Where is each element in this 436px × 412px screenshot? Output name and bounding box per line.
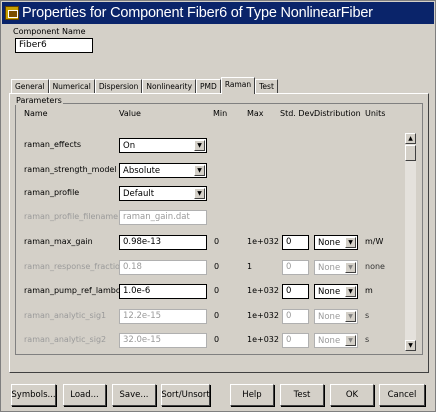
tab-nonlinearity[interactable]: Nonlinearity: [142, 79, 197, 94]
raman-analytic-sig1-min: 0: [214, 311, 220, 320]
parameters-label: Parameters: [15, 96, 63, 105]
raman-analytic-sig2-max: 1e+032: [247, 335, 279, 344]
tab-raman[interactable]: Raman: [220, 77, 256, 94]
raman-profile-filename-field[interactable]: raman_gain.dat: [119, 210, 207, 225]
raman-strength-model-select[interactable]: Absolute ▼: [119, 163, 207, 178]
raman-pump-ref-lambda-max: 1e+032: [247, 286, 279, 295]
header-distribution: Distribution: [314, 109, 361, 118]
raman-effects-select[interactable]: On ▼: [119, 138, 207, 153]
raman-analytic-sig1-units: s: [365, 311, 370, 320]
chevron-down-icon[interactable]: ▼: [345, 335, 356, 346]
tab-general[interactable]: General: [11, 79, 49, 94]
ok-button[interactable]: OK: [330, 384, 374, 406]
app-icon: [5, 6, 19, 20]
raman-pump-ref-lambda-field[interactable]: 1.0e-6: [119, 284, 207, 299]
param-name-raman-response-fraction: raman_response_fraction: [24, 262, 126, 271]
header-min: Min: [213, 109, 228, 118]
header-value: Value: [119, 109, 141, 118]
raman-response-fraction-distribution[interactable]: None ▼: [314, 260, 358, 275]
raman-analytic-sig2-std-dev[interactable]: 0: [282, 333, 309, 348]
tab-pmd[interactable]: PMD: [196, 79, 221, 94]
tab-strip: General Numerical Dispersion Nonlinearit…: [11, 77, 278, 94]
raman-analytic-sig1-field[interactable]: 12.2e-15: [119, 309, 207, 324]
raman-response-fraction-std-dev[interactable]: 0: [282, 260, 309, 275]
raman-pump-ref-lambda-min: 0: [214, 286, 220, 295]
raman-profile-select[interactable]: Default ▼: [119, 186, 207, 201]
header-name: Name: [24, 109, 48, 118]
symbols-button[interactable]: Symbols...: [11, 384, 56, 406]
param-name-raman-analytic-sig2: raman_analytic_sig2: [24, 335, 107, 344]
load-button[interactable]: Load...: [63, 384, 106, 406]
sort-unsort-button[interactable]: Sort/Unsort: [161, 384, 210, 406]
raman-analytic-sig2-units: s: [365, 335, 370, 344]
parameters-scrollbar[interactable]: ▲ ▼: [405, 133, 416, 351]
properties-dialog: Properties for Component Fiber6 of Type …: [0, 0, 436, 412]
chevron-down-icon[interactable]: ▼: [194, 140, 205, 151]
save-button[interactable]: Save...: [112, 384, 156, 406]
component-name-label: Component Name: [13, 27, 86, 36]
window-title: Properties for Component Fiber6 of Type …: [22, 5, 373, 21]
raman-max-gain-max: 1e+032: [247, 237, 279, 246]
raman-analytic-sig2-min: 0: [214, 335, 220, 344]
raman-pump-ref-lambda-units: m: [365, 286, 373, 295]
param-name-raman-max-gain: raman_max_gain: [24, 237, 93, 246]
raman-response-fraction-min: 0: [214, 262, 220, 271]
raman-effects-value: On: [123, 140, 136, 151]
scroll-up-icon[interactable]: ▲: [405, 133, 416, 144]
header-std-dev: Std. Dev.: [280, 109, 317, 118]
chevron-down-icon[interactable]: ▼: [345, 262, 356, 273]
raman-max-gain-field[interactable]: 0.98e-13: [119, 235, 207, 250]
help-button[interactable]: Help: [230, 384, 274, 406]
raman-pump-ref-lambda-distribution[interactable]: None ▼: [314, 284, 358, 299]
raman-pump-ref-lambda-std-dev[interactable]: 0: [282, 284, 309, 299]
raman-analytic-sig1-std-dev[interactable]: 0: [282, 309, 309, 324]
tab-test[interactable]: Test: [255, 79, 278, 94]
header-units: Units: [365, 109, 386, 118]
raman-strength-model-value: Absolute: [123, 165, 161, 176]
param-name-raman-strength-model: raman_strength_model: [24, 165, 117, 174]
param-name-raman-analytic-sig1: raman_analytic_sig1: [24, 311, 107, 320]
param-name-raman-profile-filename: raman_profile_filename: [24, 212, 119, 221]
param-name-raman-profile: raman_profile: [24, 188, 80, 197]
scroll-down-icon[interactable]: ▼: [405, 340, 416, 351]
raman-analytic-sig2-field[interactable]: 32.0e-15: [119, 333, 207, 348]
component-name-field[interactable]: Fiber6: [15, 38, 93, 53]
chevron-down-icon[interactable]: ▼: [194, 165, 205, 176]
param-name-raman-effects: raman_effects: [24, 140, 82, 149]
raman-analytic-sig1-distribution[interactable]: None ▼: [314, 309, 358, 324]
tab-dispersion[interactable]: Dispersion: [94, 79, 143, 94]
cancel-button[interactable]: Cancel: [379, 384, 425, 406]
raman-response-fraction-field[interactable]: 0.18: [119, 260, 207, 275]
raman-response-fraction-max: 1: [247, 262, 253, 271]
chevron-down-icon[interactable]: ▼: [194, 188, 205, 199]
chevron-down-icon[interactable]: ▼: [345, 311, 356, 322]
header-max: Max: [247, 109, 264, 118]
raman-max-gain-units: m/W: [365, 237, 384, 246]
test-button[interactable]: Test: [280, 384, 324, 406]
raman-max-gain-distribution[interactable]: None ▼: [314, 235, 358, 250]
scroll-thumb[interactable]: [405, 145, 416, 161]
raman-max-gain-min: 0: [214, 237, 220, 246]
param-name-raman-pump-ref-lambda: raman_pump_ref_lambda: [24, 286, 126, 295]
tab-numerical[interactable]: Numerical: [48, 79, 95, 94]
raman-max-gain-std-dev[interactable]: 0: [282, 235, 309, 250]
title-bar[interactable]: Properties for Component Fiber6 of Type …: [2, 2, 434, 24]
chevron-down-icon[interactable]: ▼: [345, 286, 356, 297]
raman-profile-value: Default: [123, 188, 155, 199]
raman-analytic-sig2-distribution[interactable]: None ▼: [314, 333, 358, 348]
chevron-down-icon[interactable]: ▼: [345, 237, 356, 248]
raman-response-fraction-units: none: [365, 262, 385, 271]
raman-analytic-sig1-max: 1e+032: [247, 311, 279, 320]
component-name-group: Component Name Fiber6: [9, 27, 93, 57]
